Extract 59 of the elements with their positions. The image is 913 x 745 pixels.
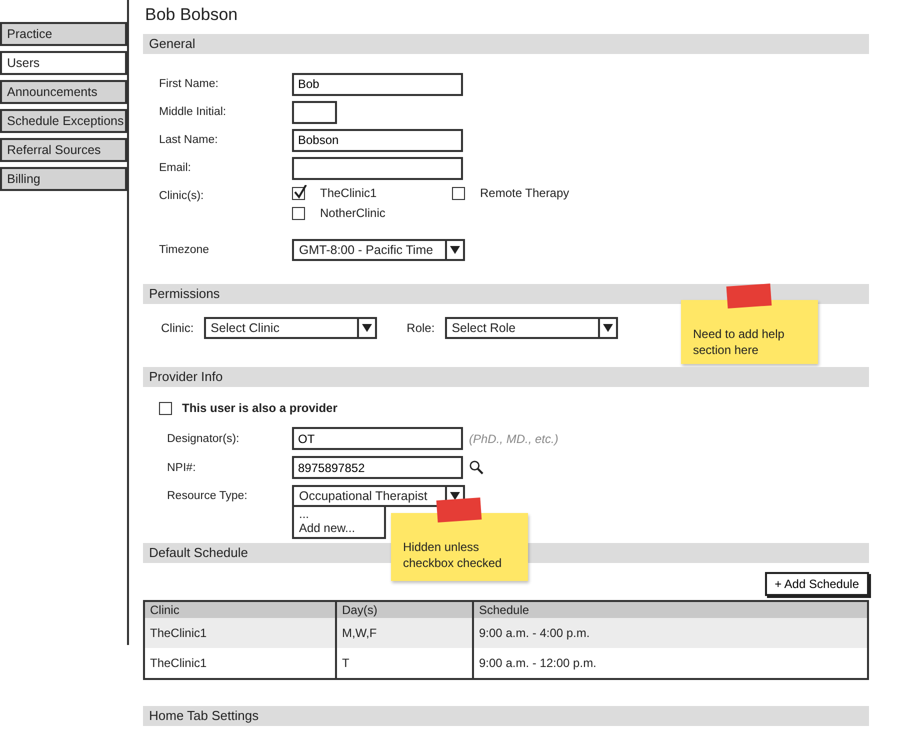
- column-header: Schedule: [473, 601, 868, 618]
- section-header: Permissions: [143, 284, 869, 304]
- sidebar-tab[interactable]: Billing: [0, 167, 127, 191]
- hint-text: (PhD., MD., etc.): [469, 432, 558, 446]
- table-cell: T: [336, 648, 473, 679]
- checkbox-label: NotherClinic: [320, 206, 386, 220]
- text-field[interactable]: OT: [292, 427, 463, 450]
- text-field[interactable]: [292, 156, 463, 180]
- caret-icon: [445, 241, 463, 259]
- field-label: Email:: [159, 162, 192, 174]
- dropdown[interactable]: Select Role: [444, 317, 618, 339]
- field-label: First Name:: [159, 78, 220, 90]
- dropdown[interactable]: Select Clinic: [204, 317, 377, 339]
- caret-icon: [356, 319, 375, 337]
- field-label: Role:: [406, 321, 435, 335]
- sidebar-tab[interactable]: Users: [0, 51, 127, 75]
- field-label: Timezone: [159, 244, 210, 256]
- text-field[interactable]: Bobson: [292, 128, 463, 152]
- add-schedule-button[interactable]: + Add Schedule: [764, 572, 869, 596]
- checkbox[interactable]: [292, 206, 305, 220]
- checkbox-label: Remote Therapy: [480, 186, 570, 200]
- caret-icon: [598, 319, 616, 337]
- text-field[interactable]: [292, 100, 337, 124]
- checkbox[interactable]: [452, 186, 465, 200]
- sidebar-tab[interactable]: Referral Sources: [0, 138, 127, 162]
- table-cell: TheClinic1: [144, 618, 336, 648]
- checkbox-label: This user is also a provider: [182, 401, 338, 415]
- tape-icon: [726, 284, 772, 308]
- section-header: Home Tab Settings: [143, 706, 869, 726]
- table-cell: 9:00 a.m. - 4:00 p.m.: [473, 618, 868, 648]
- checkbox-label: TheClinic1: [320, 186, 377, 200]
- page-title: Bob Bobson: [145, 4, 239, 26]
- field-label: Resource Type:: [167, 490, 248, 502]
- search-icon[interactable]: [469, 460, 484, 475]
- section-header: General: [143, 34, 869, 54]
- text-field[interactable]: 8975897852: [292, 456, 463, 479]
- field-label: Clinic(s):: [159, 189, 205, 202]
- sidebar-tab[interactable]: Announcements: [0, 80, 127, 104]
- field-label: Middle Initial:: [159, 106, 228, 118]
- field-label: NPI#:: [167, 462, 197, 474]
- sidebar-tab[interactable]: Practice: [0, 22, 127, 46]
- field-label: Designator(s):: [167, 432, 240, 444]
- section-header: Provider Info: [143, 367, 869, 387]
- sidebar-tab[interactable]: Schedule Exceptions: [0, 109, 127, 133]
- timezone-dropdown[interactable]: GMT-8:00 - Pacific Time: [292, 239, 465, 261]
- checkbox[interactable]: [159, 402, 172, 414]
- note-text: Need to add help section here: [693, 326, 786, 358]
- column-header: Day(s): [336, 601, 473, 618]
- dropdown-option[interactable]: ...: [299, 507, 379, 521]
- text-field[interactable]: Bob: [292, 72, 463, 96]
- tape-icon: [436, 498, 482, 522]
- checkbox[interactable]: [292, 186, 305, 200]
- table-cell: M,W,F: [336, 618, 473, 648]
- column-header: Clinic: [144, 601, 336, 618]
- field-label: Last Name:: [159, 134, 219, 146]
- field-label: Clinic:: [161, 321, 194, 335]
- table-cell: 9:00 a.m. - 12:00 p.m.: [473, 648, 868, 679]
- dropdown-option[interactable]: Add new...: [299, 521, 379, 535]
- table-cell: TheClinic1: [144, 648, 336, 679]
